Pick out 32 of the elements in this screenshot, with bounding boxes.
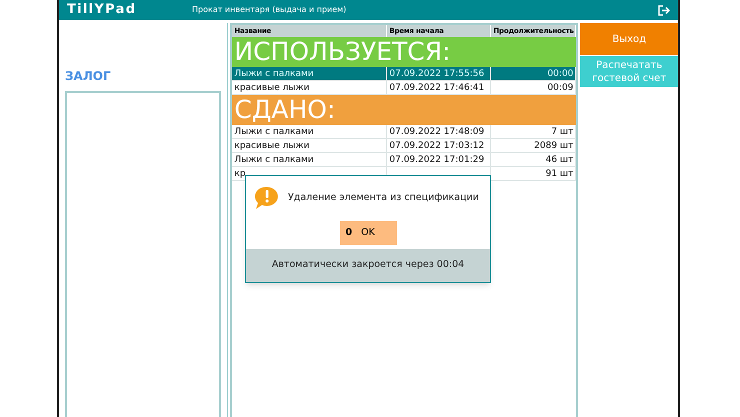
logout-icon[interactable] [658,4,670,16]
table-cell: красивые лыжи [234,83,310,93]
table-cell: 91 шт [546,169,574,179]
section-header: СДАНО: [232,95,576,125]
window-title: Прокат инвентаря (выдача и прием) [192,4,346,16]
table-row[interactable]: красивые лыжи 07.09.2022 17:46:41 00:09 [232,81,576,95]
exclamation-bubble-icon [254,186,280,210]
table-cell: 00:09 [547,83,574,93]
table-cell: 07.09.2022 17:55:56 [389,69,484,79]
table-cell: 00:00 [547,69,574,79]
dialog-message: Удаление элемента из спецификации [288,190,479,205]
auto-close-notice: Автоматически закроется через 00:04 [246,249,490,282]
table-cell: 07.09.2022 17:03:12 [389,141,484,151]
table-row[interactable]: Лыжи с палками 07.09.2022 17:01:29 46 шт [232,153,576,167]
table-cell: 2089 шт [534,141,574,151]
table-cell: 7 шт [551,127,574,137]
table-cell: 07.09.2022 17:46:41 [389,83,484,93]
table-cell: кр [234,169,246,179]
table-cell: 07.09.2022 17:48:09 [389,127,484,137]
table-row[interactable]: Лыжи с палками 07.09.2022 17:55:56 00:00 [232,67,576,81]
table-cell: Лыжи с палками [234,127,314,137]
table-cell: 07.09.2022 17:01:29 [389,155,484,165]
logo: TillYPad [67,1,138,20]
table-cell: Лыжи с палками [234,69,314,79]
panel-title: ЗАЛОГ [65,68,112,85]
table-cell: Лыжи с палками [234,155,314,165]
table-cell: 46 шт [546,155,574,165]
table-row[interactable]: красивые лыжи 07.09.2022 17:03:12 2089 шт [232,139,576,153]
table-row[interactable]: Лыжи с палками 07.09.2022 17:48:09 7 шт [232,125,576,139]
table-cell: красивые лыжи [234,141,310,151]
section-header: ИСПОЛЬЗУЕТСЯ: [232,37,576,67]
ok-button[interactable]: 0 OK [340,221,396,245]
